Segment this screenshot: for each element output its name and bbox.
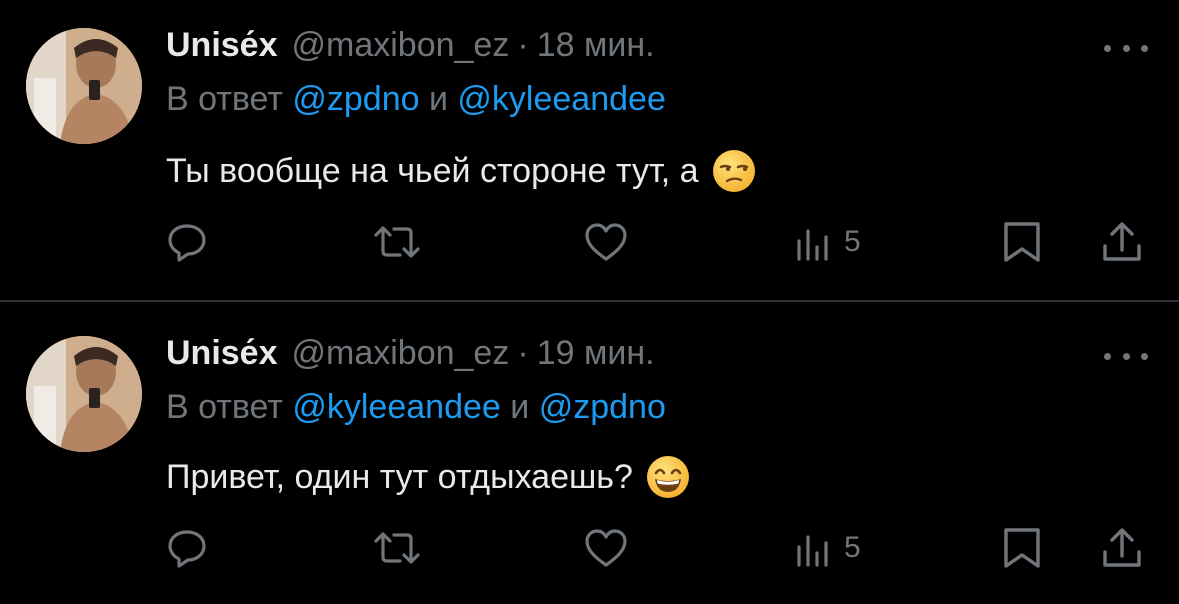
reply-prefix: В ответ: [166, 388, 283, 426]
timestamp[interactable]: 19 мин.: [537, 334, 655, 373]
tweet-text: Привет, один тут отдыхаешь?: [166, 454, 691, 500]
mention-link[interactable]: @zpdno: [539, 388, 666, 426]
avatar[interactable]: [26, 28, 142, 144]
tweet-actions: 5: [0, 524, 1179, 574]
reply-prefix: В ответ: [166, 80, 283, 118]
like-button[interactable]: [583, 524, 629, 572]
views-count: 5: [844, 531, 861, 564]
retweet-button[interactable]: [372, 218, 422, 266]
tweet-header: Unisе́x @maxibon_ez · 18 мин.: [166, 26, 655, 70]
grinning-face-with-smiling-eyes-icon: [645, 454, 691, 500]
bookmark-button[interactable]: [1000, 218, 1044, 266]
retweet-icon: [374, 226, 420, 258]
reply-button[interactable]: [166, 218, 208, 266]
mention-link[interactable]: @kyleeandee: [292, 388, 500, 426]
heart-icon: [585, 529, 627, 567]
share-icon: [1103, 222, 1141, 261]
tweet-header: Unisе́x @maxibon_ez · 19 мин.: [166, 334, 655, 378]
more-horizontal-icon[interactable]: [1104, 350, 1148, 362]
tweet[interactable]: Unisе́x @maxibon_ez · 18 мин. В ответ @z…: [0, 0, 1179, 300]
reply-context: В ответ @kyleeandee и @zpdno: [166, 388, 666, 427]
more-horizontal-icon[interactable]: [1104, 42, 1148, 54]
share-button[interactable]: [1100, 218, 1144, 266]
mention-link[interactable]: @zpdno: [292, 80, 419, 118]
retweet-icon: [374, 532, 420, 564]
user-handle[interactable]: @maxibon_ez: [292, 26, 510, 65]
tweet-text-content: Ты вообще на чьей стороне тут, а: [166, 151, 699, 190]
unamused-face-icon: [711, 148, 757, 194]
reply-conjunction: и: [510, 388, 530, 426]
views-icon: [797, 535, 828, 567]
separator-dot: ·: [517, 334, 529, 372]
reply-button[interactable]: [166, 524, 208, 572]
views-button[interactable]: 5: [794, 524, 861, 572]
share-icon: [1103, 528, 1141, 567]
retweet-button[interactable]: [372, 524, 422, 572]
views-button[interactable]: 5: [794, 218, 861, 266]
timestamp[interactable]: 18 мин.: [537, 26, 655, 65]
tweet[interactable]: Unisе́x @maxibon_ez · 19 мин. В ответ @k…: [0, 302, 1179, 604]
reply-icon: [168, 224, 206, 262]
views-count: 5: [844, 225, 861, 258]
user-handle[interactable]: @maxibon_ez: [292, 334, 510, 373]
bookmark-icon: [1004, 528, 1040, 568]
separator-dot: ·: [517, 26, 529, 64]
like-button[interactable]: [583, 218, 629, 266]
tweet-text-content: Привет, один тут отдыхаешь?: [166, 457, 633, 496]
reply-context: В ответ @zpdno и @kyleeandee: [166, 80, 666, 119]
mention-link[interactable]: @kyleeandee: [457, 80, 665, 118]
bookmark-button[interactable]: [1000, 524, 1044, 572]
heart-icon: [585, 223, 627, 261]
reply-conjunction: и: [428, 80, 448, 118]
reply-icon: [168, 530, 206, 568]
bookmark-icon: [1004, 222, 1040, 262]
tweet-text: Ты вообще на чьей стороне тут, а: [166, 148, 757, 194]
display-name[interactable]: Unisе́x: [166, 334, 278, 373]
tweet-actions: 5: [0, 218, 1179, 268]
views-icon: [797, 229, 828, 261]
share-button[interactable]: [1100, 524, 1144, 572]
avatar[interactable]: [26, 336, 142, 452]
display-name[interactable]: Unisе́x: [166, 26, 278, 65]
